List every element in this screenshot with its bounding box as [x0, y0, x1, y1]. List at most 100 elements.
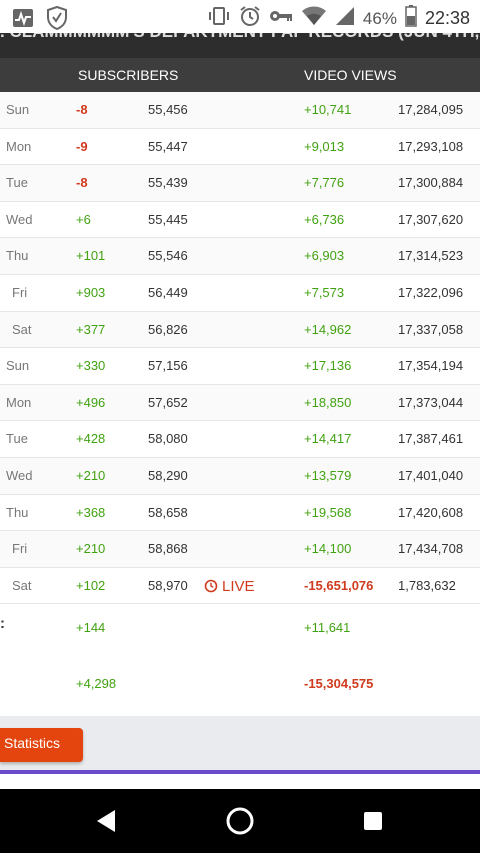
page-bottom-spacer	[0, 774, 480, 789]
daily-average-views: +11,641	[304, 620, 351, 635]
row-view-total: 17,354,194	[398, 358, 464, 374]
table-row: Sat +377 56,826 +14,962 17,337,058	[0, 311, 480, 349]
row-view-total: 17,420,608	[398, 504, 464, 520]
key-icon	[269, 8, 293, 29]
row-subscriber-change: -8	[76, 175, 88, 191]
row-view-total: 17,387,461	[398, 431, 464, 447]
statistics-button-label: Statistics	[4, 735, 61, 751]
row-subscriber-change: -8	[76, 102, 88, 117]
signal-icon	[335, 6, 355, 31]
statistics-button[interactable]: Statistics	[0, 728, 83, 762]
row-subscriber-change: +210	[76, 541, 106, 557]
row-day: Sun	[6, 102, 30, 117]
table-row: Sun -8 55,456 +10,741 17,284,095	[0, 92, 480, 129]
row-view-total: 17,307,620	[398, 211, 464, 227]
row-subscriber-total: 57,156	[148, 358, 188, 374]
row-day: Thu	[6, 504, 29, 520]
row-view-change: +9,013	[304, 138, 345, 154]
row-view-total: 17,300,884	[398, 175, 464, 191]
total-row: +4,298 -15,304,575	[0, 673, 480, 697]
row-view-change: +18,850	[304, 394, 352, 410]
row-subscriber-total: 58,970	[148, 577, 188, 593]
wifi-icon	[301, 5, 327, 32]
overview-button[interactable]	[353, 801, 393, 841]
table-row: Tue -8 55,439 +7,776 17,300,884	[0, 165, 480, 202]
row-subscriber-total: 56,826	[148, 321, 188, 337]
alarm-icon	[239, 5, 261, 32]
row-view-change: +7,776	[304, 175, 345, 191]
row-subscriber-change: +102	[76, 577, 106, 593]
row-day: Sat	[12, 577, 32, 593]
table-row: Sat +102 58,970 LIVE -15,651,076 1,783,632	[0, 568, 480, 605]
table-row: Wed +6 55,445 +6,736 17,307,620	[0, 202, 480, 239]
row-view-change: +14,962	[304, 321, 352, 337]
row-subscriber-total: 55,445	[148, 211, 188, 227]
row-view-total: 17,322,096	[398, 284, 464, 300]
row-day: Tue	[6, 431, 28, 447]
row-subscriber-total: 55,447	[148, 138, 188, 154]
clock-icon	[204, 579, 218, 593]
row-subscriber-change: +101	[76, 248, 106, 264]
home-button[interactable]	[220, 801, 260, 841]
table-row: Wed +210 58,290 +13,579 17,401,040	[0, 457, 480, 495]
row-subscriber-change: +903	[76, 284, 106, 300]
column-header-row: SUBSCRIBERS VIDEO VIEWS	[0, 58, 480, 92]
row-day: Thu	[6, 248, 29, 264]
stats-table: Sun -8 55,456 +10,741 17,284,095 Mon -9 55,447 +…	[0, 92, 480, 605]
table-row: Mon -9 55,447 +9,013 17,293,108	[0, 129, 480, 166]
row-view-change: +10,741	[304, 102, 352, 117]
total-subs: +4,298	[76, 676, 117, 691]
row-day: Fri	[12, 541, 28, 557]
row-view-change: +6,903	[304, 248, 345, 264]
shield-icon	[46, 5, 68, 35]
table-row: Tue +428 58,080 +14,417 17,387,461	[0, 421, 480, 458]
row-subscriber-change: +428	[76, 431, 106, 447]
row-subscriber-total: 55,439	[148, 175, 188, 191]
row-subscriber-change: +6	[76, 211, 91, 227]
row-view-total: 17,337,058	[398, 321, 464, 337]
row-view-change: +17,136	[304, 358, 352, 374]
row-subscriber-change: +377	[76, 321, 106, 337]
row-view-change: -15,651,076	[304, 577, 374, 593]
row-view-change: +14,100	[304, 541, 352, 557]
status-bar: 46% 22:38	[0, 0, 480, 33]
back-button[interactable]	[86, 801, 126, 841]
row-view-change: +14,417	[304, 431, 352, 447]
row-day: Mon	[6, 394, 32, 410]
table-row: Thu +101 55,546 +6,903 17,314,523	[0, 238, 480, 275]
activity-icon	[12, 8, 34, 33]
subscribers-header: SUBSCRIBERS	[78, 67, 179, 83]
row-day: Fri	[12, 284, 28, 300]
row-day: Sun	[6, 358, 30, 374]
row-day: Wed	[6, 211, 33, 227]
row-subscriber-total: 55,546	[148, 248, 188, 264]
row-subscriber-total: 58,290	[148, 467, 188, 483]
row-subscriber-change: +496	[76, 394, 106, 410]
row-view-total: 17,434,708	[398, 541, 464, 557]
video-views-header: VIDEO VIEWS	[304, 67, 397, 83]
table-row: Mon +496 57,652 +18,850 17,373,044	[0, 384, 480, 422]
row-day: Sat	[12, 321, 32, 337]
table-title: . CLAMMMMMM'S DEPAKTMENT PAF RECORDS (JU…	[0, 33, 480, 42]
row-view-total: 17,373,044	[398, 394, 464, 410]
clock-time: 22:38	[424, 8, 470, 28]
row-view-total: 17,293,108	[398, 138, 464, 154]
row-subscriber-total: 57,652	[148, 394, 188, 410]
row-view-total: 17,401,040	[398, 467, 464, 483]
row-view-change: +7,573	[304, 284, 345, 300]
table-row: Thu +368 58,658 +19,568 17,420,608	[0, 495, 480, 532]
row-subscriber-change: +330	[76, 358, 106, 374]
row-subscriber-total: 58,658	[148, 504, 188, 520]
table-row: Fri +210 58,868 +14,100 17,434,708	[0, 531, 480, 568]
vibrate-icon	[207, 6, 231, 31]
live-indicator: LIVE	[204, 578, 255, 595]
row-subscriber-change: +210	[76, 467, 106, 483]
row-view-total: 17,284,095	[398, 102, 464, 117]
table-row: Fri +903 56,449 +7,573 17,322,096	[0, 275, 480, 312]
table-row: Sun +330 57,156 +17,136 17,354,194	[0, 348, 480, 385]
row-view-change: +19,568	[304, 504, 352, 520]
row-day: Tue	[6, 175, 28, 191]
row-day: Mon	[6, 138, 32, 154]
back-icon	[97, 810, 115, 832]
table-title-strip: . CLAMMMMMM'S DEPAKTMENT PAF RECORDS (JU…	[0, 33, 480, 58]
